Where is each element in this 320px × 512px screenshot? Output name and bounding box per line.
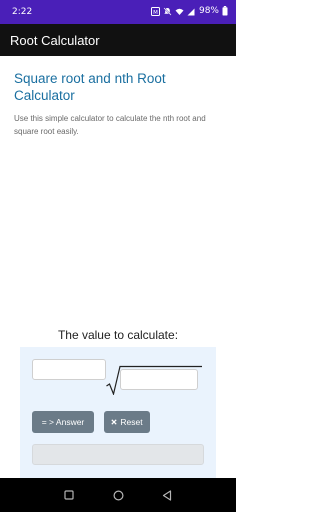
answer-button[interactable]: = > Answer xyxy=(32,411,94,433)
back-icon xyxy=(162,489,172,501)
wifi-icon xyxy=(175,7,184,16)
status-bar: 2:22 M 98% xyxy=(0,0,236,24)
root-index-input[interactable] xyxy=(32,359,106,380)
status-time: 2:22 xyxy=(12,7,33,17)
page-title: Square root and nth Root Calculator xyxy=(14,71,166,103)
home-icon xyxy=(112,489,124,501)
back-button[interactable] xyxy=(160,488,174,502)
signal-icon xyxy=(187,7,195,16)
page-description: Use this simple calculator to calculate … xyxy=(14,114,206,136)
main-content[interactable]: Square root and nth Root Calculator Use … xyxy=(0,56,236,478)
navigation-bar xyxy=(0,478,236,512)
app-bar: Root Calculator xyxy=(0,24,236,56)
radicand-input[interactable] xyxy=(120,369,198,390)
result-field xyxy=(32,444,204,465)
notification-icon: M xyxy=(150,6,160,16)
calc-label: The value to calculate: xyxy=(57,328,179,342)
recents-icon xyxy=(64,490,74,500)
reset-button[interactable]: Reset xyxy=(104,411,150,433)
battery-percent: 98% xyxy=(198,6,219,16)
svg-text:M: M xyxy=(153,9,158,15)
mute-icon xyxy=(163,7,172,16)
battery-icon xyxy=(222,6,228,16)
x-icon xyxy=(111,417,118,427)
reset-button-label: Reset xyxy=(120,417,143,427)
recents-button[interactable] xyxy=(62,488,76,502)
app-title: Root Calculator xyxy=(10,33,100,48)
status-icons: M 98% xyxy=(150,6,228,16)
home-button[interactable] xyxy=(111,488,125,502)
answer-button-label: = > Answer xyxy=(41,417,85,427)
calculator-panel: = > Answer Reset xyxy=(20,347,216,478)
